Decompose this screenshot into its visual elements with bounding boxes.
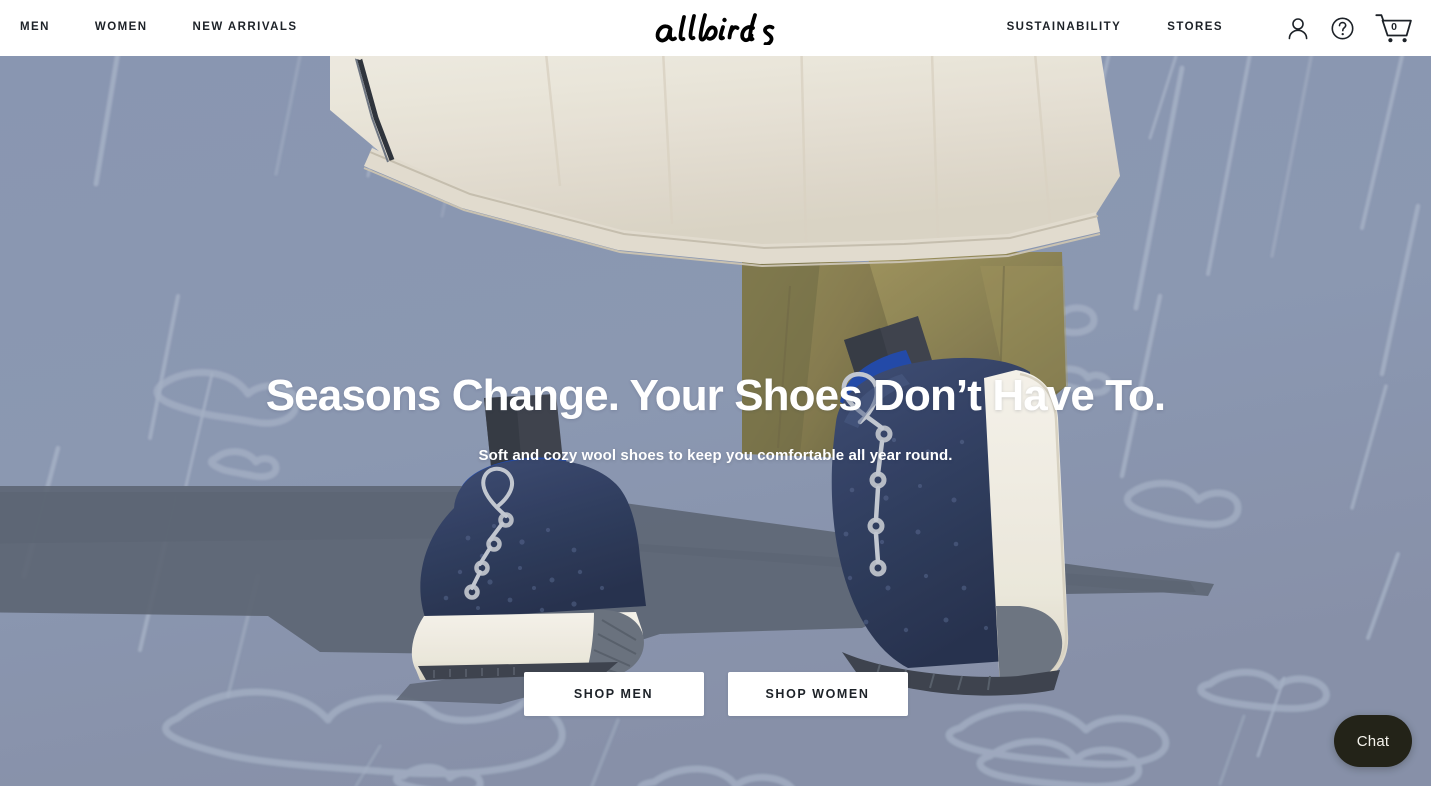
nav-link-new-arrivals[interactable]: NEW ARRIVALS	[193, 22, 298, 34]
nav-link-men[interactable]: MEN	[20, 22, 50, 34]
nav-link-sustainability[interactable]: SUSTAINABILITY	[1007, 22, 1122, 34]
nav-link-stores[interactable]: STORES	[1167, 22, 1223, 34]
chat-label: Chat	[1356, 732, 1390, 750]
cart-button[interactable]: 0	[1375, 13, 1413, 43]
allbirds-script-wordmark-icon	[655, 13, 774, 45]
hero-cta-row: SHOP MEN SHOP WOMEN	[0, 672, 1431, 716]
help-question-icon	[1331, 17, 1353, 39]
shopping-cart-icon	[1375, 13, 1412, 42]
account-person-icon	[1288, 17, 1308, 39]
letter-i-dot	[721, 17, 727, 23]
primary-nav-right: SUSTAINABILITY STORES 0	[1007, 13, 1413, 43]
chat-widget-button[interactable]: Chat	[1334, 715, 1412, 767]
shop-men-button[interactable]: SHOP MEN	[523, 672, 704, 716]
primary-nav-left: MEN WOMEN NEW ARRIVALS	[20, 22, 342, 34]
hero-banner: Seasons Change. Your Shoes Don’t Have To…	[0, 56, 1431, 786]
account-button[interactable]	[1283, 13, 1313, 43]
nav-link-women[interactable]: WOMEN	[95, 22, 148, 34]
allbirds-logo[interactable]: allbirds	[653, 11, 779, 45]
shop-women-button[interactable]: SHOP WOMEN	[727, 672, 908, 716]
help-button[interactable]	[1327, 13, 1357, 43]
site-header: MEN WOMEN NEW ARRIVALS SUSTAINABILITY ST…	[0, 0, 1431, 56]
